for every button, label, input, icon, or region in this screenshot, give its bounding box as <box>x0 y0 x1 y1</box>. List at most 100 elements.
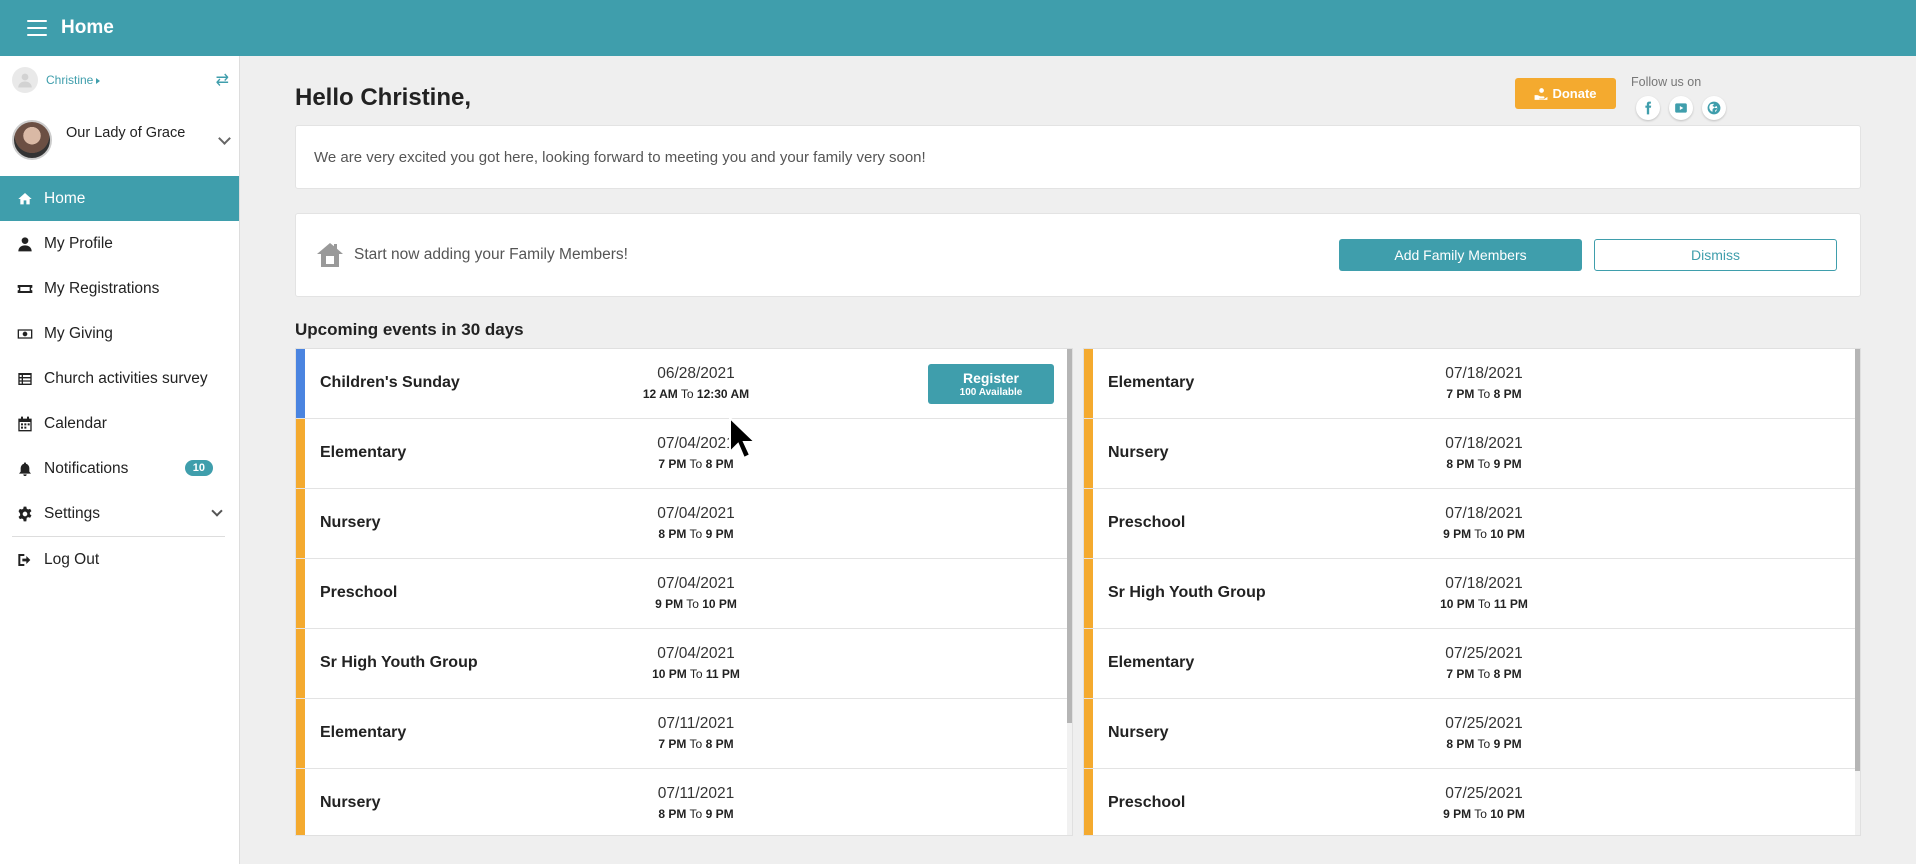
user-avatar[interactable] <box>12 67 38 93</box>
sidebar-item-label: My Registrations <box>44 279 160 297</box>
event-name: Preschool <box>1108 794 1186 811</box>
event-time: 8 PM To 9 PM <box>1384 737 1584 751</box>
facebook-icon[interactable] <box>1636 96 1660 120</box>
event-start-time: 7 PM <box>1446 667 1475 681</box>
event-row[interactable]: Nursery 07/18/2021 8 PM To 9 PM <box>1084 419 1860 489</box>
event-row[interactable]: Elementary 07/11/2021 7 PM To 8 PM <box>296 699 1072 769</box>
event-time-separator: To <box>683 597 703 611</box>
event-color-stripe <box>296 699 305 768</box>
event-row[interactable]: Sr High Youth Group 07/18/2021 10 PM To 11… <box>1084 559 1860 629</box>
parish-selector[interactable]: Our Lady of Grace <box>0 104 239 176</box>
event-start-time: 7 PM <box>1446 387 1475 401</box>
sidebar-item-notifications[interactable]: Notifications 10 <box>0 446 239 491</box>
sidebar-item-my-registrations[interactable]: My Registrations <box>0 266 239 311</box>
event-time-separator: To <box>1474 597 1494 611</box>
greeting-heading: Hello Christine, <box>295 84 472 111</box>
top-bar: Home <box>0 0 1916 56</box>
chevron-down-icon[interactable] <box>218 132 231 145</box>
mouse-cursor-icon <box>729 416 758 460</box>
event-end-time: 11 PM <box>1493 597 1528 611</box>
register-button[interactable]: Register 100 Available <box>928 364 1054 404</box>
event-row[interactable]: Sr High Youth Group 07/04/2021 10 PM To 11… <box>296 629 1072 699</box>
sidebar-item-label: My Giving <box>44 324 113 342</box>
event-row[interactable]: Elementary 07/18/2021 7 PM To 8 PM <box>1084 349 1860 419</box>
event-date: 07/18/2021 <box>1445 505 1523 522</box>
hamburger-menu-icon[interactable] <box>27 20 47 36</box>
event-date: 07/04/2021 <box>657 505 735 522</box>
event-date: 07/11/2021 <box>657 785 735 802</box>
event-end-time: 10 PM <box>702 597 737 611</box>
events-list-left[interactable]: Children's Sunday 06/28/2021 12 AM To 12:3… <box>295 348 1073 836</box>
event-name: Elementary <box>320 444 407 461</box>
event-time-separator: To <box>677 387 697 401</box>
event-row[interactable]: Elementary 07/25/2021 7 PM To 8 PM <box>1084 629 1860 699</box>
calendar-icon <box>16 415 34 433</box>
event-date: 07/25/2021 <box>1445 715 1523 732</box>
sidebar-item-my-profile[interactable]: My Profile <box>0 221 239 266</box>
event-row[interactable]: Preschool 07/04/2021 9 PM To 10 PM <box>296 559 1072 629</box>
event-time: 9 PM To 10 PM <box>1384 807 1584 821</box>
sidebar-item-log-out[interactable]: Log Out <box>0 537 239 582</box>
upcoming-events-title: Upcoming events in 30 days <box>295 320 524 339</box>
sidebar-item-my-giving[interactable]: My Giving <box>0 311 239 356</box>
event-start-time: 8 PM <box>1446 457 1475 471</box>
event-name: Preschool <box>1108 514 1186 531</box>
donate-label: Donate <box>1552 86 1597 101</box>
sidebar-item-home[interactable]: Home <box>0 176 239 221</box>
page-title: Home <box>61 17 114 38</box>
event-row[interactable]: Nursery 07/25/2021 8 PM To 9 PM <box>1084 699 1860 769</box>
event-time: 10 PM To 11 PM <box>1384 597 1584 611</box>
scrollbar-thumb[interactable] <box>1855 349 1860 771</box>
sidebar-item-church-activities-survey[interactable]: Church activities survey <box>0 356 239 401</box>
event-color-stripe <box>296 769 305 835</box>
youtube-icon[interactable] <box>1669 96 1693 120</box>
event-time-separator: To <box>1474 667 1494 681</box>
event-color-stripe <box>1084 489 1093 558</box>
donate-button[interactable]: Donate <box>1515 78 1616 109</box>
dismiss-button[interactable]: Dismiss <box>1594 239 1837 271</box>
event-date: 07/04/2021 <box>657 575 735 592</box>
user-name-link[interactable]: Christine <box>46 73 100 87</box>
scrollbar[interactable] <box>1855 349 1860 835</box>
swap-account-icon[interactable]: ⇄ <box>216 70 229 90</box>
sidebar-item-settings[interactable]: Settings <box>0 491 239 536</box>
event-row[interactable]: Preschool 07/25/2021 9 PM To 10 PM <box>1084 769 1860 835</box>
event-color-stripe <box>1084 349 1093 418</box>
chevron-down-icon[interactable] <box>211 505 223 517</box>
sidebar: Christine ⇄ Our Lady of Grace Home My Pr… <box>0 56 240 864</box>
event-end-time: 10 PM <box>1490 807 1525 821</box>
sidebar-item-calendar[interactable]: Calendar <box>0 401 239 446</box>
list-icon <box>16 370 34 388</box>
event-time: 7 PM To 8 PM <box>1384 387 1584 401</box>
event-start-time: 7 PM <box>658 737 687 751</box>
event-time-separator: To <box>686 807 706 821</box>
user-icon <box>16 235 34 253</box>
event-time-separator: To <box>686 527 706 541</box>
event-name: Sr High Youth Group <box>320 654 478 671</box>
event-row[interactable]: Children's Sunday 06/28/2021 12 AM To 12:3… <box>296 349 1072 419</box>
event-row[interactable]: Elementary 07/04/2021 7 PM To 8 PM <box>296 419 1072 489</box>
event-time: 8 PM To 9 PM <box>596 807 796 821</box>
scrollbar-thumb[interactable] <box>1067 349 1072 723</box>
event-time: 8 PM To 9 PM <box>596 527 796 541</box>
event-date: 07/18/2021 <box>1445 435 1523 452</box>
event-time-separator: To <box>1474 457 1494 471</box>
event-start-time: 10 PM <box>1440 597 1475 611</box>
event-end-time: 11 PM <box>705 667 740 681</box>
event-end-time: 9 PM <box>705 527 734 541</box>
event-row[interactable]: Preschool 07/18/2021 9 PM To 10 PM <box>1084 489 1860 559</box>
sidebar-item-label: Calendar <box>44 414 107 432</box>
sidebar-item-label: Settings <box>44 504 101 522</box>
event-time-separator: To <box>1471 807 1491 821</box>
add-family-members-button[interactable]: Add Family Members <box>1339 239 1582 271</box>
bell-icon <box>16 460 34 478</box>
globe-icon[interactable] <box>1702 96 1726 120</box>
event-row[interactable]: Nursery 07/04/2021 8 PM To 9 PM <box>296 489 1072 559</box>
event-row[interactable]: Nursery 07/11/2021 8 PM To 9 PM <box>296 769 1072 835</box>
event-start-time: 9 PM <box>655 597 684 611</box>
event-start-time: 9 PM <box>1443 807 1472 821</box>
events-list-right[interactable]: Elementary 07/18/2021 7 PM To 8 PM Nursery 0… <box>1083 348 1861 836</box>
scrollbar[interactable] <box>1067 349 1072 835</box>
event-time-separator: To <box>686 457 706 471</box>
user-placeholder-icon <box>18 73 32 88</box>
